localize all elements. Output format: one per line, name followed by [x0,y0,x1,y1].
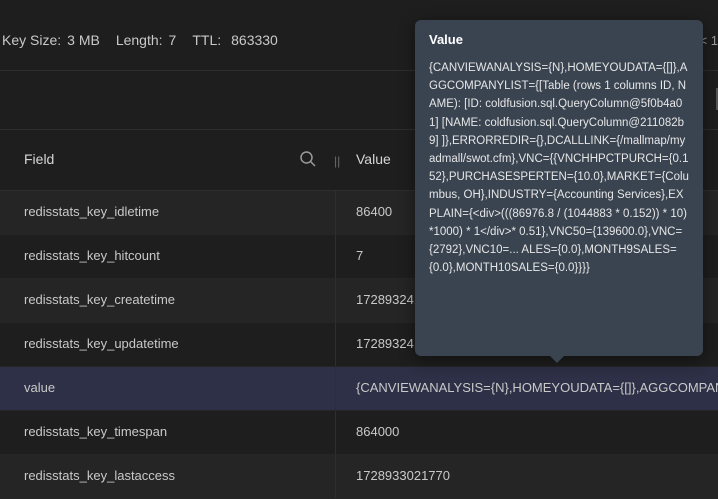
column-separator [335,279,336,322]
field-cell: redisstats_key_hitcount [24,248,160,263]
field-cell: redisstats_key_lastaccess [24,468,176,483]
tooltip-body: {CANVIEWANALYSIS={N},HOMEYOUDATA={[]},AG… [429,62,689,275]
field-cell: redisstats_key_createtime [24,292,176,307]
field-cell: redisstats_key_updatetime [24,336,179,351]
value-cell: {CANVIEWANALYSIS={N},HOMEYOUDATA={[]},AG… [356,380,718,395]
column-resize-handle[interactable]: || [334,154,340,168]
column-separator [335,411,336,454]
field-column-header: Field [24,151,55,167]
tooltip-title: Value [429,32,463,47]
column-separator [335,367,336,410]
table-row-selected[interactable]: value {CANVIEWANALYSIS={N},HOMEYOUDATA={… [0,367,718,411]
table-row[interactable]: redisstats_key_lastaccess 1728933021770 [0,455,718,499]
column-separator [335,235,336,278]
field-cell: value [24,380,56,395]
column-separator [335,323,336,366]
key-size: Key Size: 3 MB [2,32,100,48]
value-cell: 1728933021770 [356,468,450,483]
key-ttl: TTL: 863330 [192,32,278,48]
field-cell: redisstats_key_timespan [24,424,168,439]
column-separator [335,455,336,498]
field-cell: redisstats_key_idletime [24,204,160,219]
table-row[interactable]: redisstats_key_timespan 864000 [0,411,718,455]
search-icon[interactable] [299,150,317,168]
key-length: Length: 7 [115,32,177,48]
value-column-header: Value [356,151,391,167]
value-cell: 864000 [356,424,400,439]
value-tooltip: Value {CANVIEWANALYSIS={N},HOMEYOUDATA={… [415,20,703,363]
tooltip-arrow [550,356,564,363]
column-separator [335,191,336,234]
